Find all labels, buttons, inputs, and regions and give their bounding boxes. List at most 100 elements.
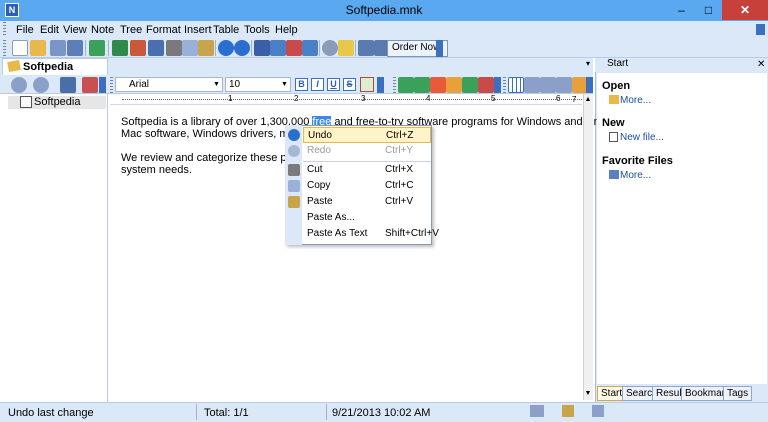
editor-text: Softpedia is a library of over 1,300,000 — [121, 116, 313, 128]
strikethrough-button[interactable]: S — [343, 78, 356, 91]
cut-icon[interactable] — [166, 40, 182, 56]
status-save-icon[interactable] — [592, 405, 604, 417]
toolbar-overflow-icon[interactable] — [436, 40, 443, 57]
table-row-icon[interactable] — [524, 77, 540, 93]
back-icon[interactable] — [11, 77, 27, 93]
menu-tools[interactable]: Tools — [244, 24, 270, 36]
table-toolbar-grip[interactable] — [503, 77, 506, 93]
status-message: Undo last change — [8, 407, 94, 419]
scroll-up-icon[interactable]: ▲ — [584, 96, 592, 104]
menu-paste-as[interactable]: Paste As... — [303, 210, 431, 226]
layout-icon[interactable] — [302, 40, 318, 56]
status-divider — [196, 404, 197, 420]
menu-cut[interactable]: Cut Ctrl+X — [303, 162, 431, 178]
table-col-icon[interactable] — [540, 77, 556, 93]
insert-image-icon[interactable] — [414, 77, 430, 93]
screenshot-icon[interactable] — [358, 40, 374, 56]
tree-pane — [0, 94, 108, 402]
close-note-icon[interactable] — [286, 40, 302, 56]
toolbar-separator — [215, 40, 216, 56]
print-icon[interactable] — [148, 40, 164, 56]
paste-icon — [288, 196, 300, 208]
ruler-mark-7: 7 — [572, 95, 577, 104]
size-dropdown-icon[interactable]: ▼ — [280, 79, 289, 90]
table-merge-icon[interactable] — [556, 77, 572, 93]
menu-edit[interactable]: Edit — [40, 24, 59, 36]
task-pane-close-icon[interactable]: ✕ — [757, 59, 767, 71]
insert-object-icon[interactable] — [446, 77, 462, 93]
table-overflow-icon[interactable] — [586, 77, 593, 93]
menu-cut-shortcut: Ctrl+X — [385, 164, 414, 175]
menu-table[interactable]: Table — [213, 24, 239, 36]
status-total: Total: 1/1 — [204, 407, 249, 419]
outline-icon[interactable] — [254, 40, 270, 56]
forward-icon[interactable] — [33, 77, 49, 93]
window-icon[interactable] — [270, 40, 286, 56]
open-folder-icon[interactable] — [30, 40, 46, 56]
insert-link-icon[interactable] — [398, 77, 414, 93]
insert-symbol-icon[interactable] — [430, 77, 446, 93]
highlight-color-icon[interactable] — [360, 77, 374, 92]
menu-undo-shortcut: Ctrl+Z — [386, 130, 414, 141]
menu-insert[interactable]: Insert — [184, 24, 212, 36]
menu-tree[interactable]: Tree — [120, 24, 142, 36]
menu-undo[interactable]: Undo Ctrl+Z — [303, 127, 431, 143]
replace-icon[interactable] — [338, 40, 354, 56]
font-dropdown-icon[interactable]: ▼ — [212, 79, 221, 90]
redo-icon[interactable] — [234, 40, 250, 56]
editor-scrollbar[interactable] — [583, 94, 593, 400]
insert-date-icon[interactable] — [478, 77, 494, 93]
status-edit-icon[interactable] — [530, 405, 544, 417]
new-file-link[interactable]: New file... — [608, 132, 664, 143]
insert-line-icon[interactable] — [462, 77, 478, 93]
find-icon[interactable] — [322, 40, 338, 56]
font-size-combo[interactable]: 10 ▼ — [225, 77, 291, 92]
menubar-grip[interactable] — [3, 22, 6, 36]
bold-button[interactable]: B — [295, 78, 308, 91]
delete-icon[interactable] — [130, 40, 146, 56]
menubar-overflow-icon[interactable] — [756, 24, 765, 35]
italic-button[interactable]: I — [311, 78, 324, 91]
open-more-link[interactable]: More... — [608, 95, 651, 106]
notebook-icon — [7, 60, 21, 72]
tab-tags[interactable]: Tags — [723, 386, 753, 401]
save-all-icon[interactable] — [50, 40, 66, 56]
note-node-icon — [20, 96, 32, 108]
menu-paste-as-label: Paste As... — [307, 212, 355, 223]
menu-paste-as-text[interactable]: Paste As Text Shift+Ctrl+V — [303, 226, 439, 242]
menu-view[interactable]: View — [63, 24, 87, 36]
menu-note[interactable]: Note — [91, 24, 114, 36]
paste-icon[interactable] — [198, 40, 214, 56]
undo-icon[interactable] — [218, 40, 234, 56]
format-overflow-icon[interactable] — [377, 77, 384, 93]
scroll-down-icon[interactable]: ▼ — [584, 390, 592, 398]
tree-add-icon[interactable] — [60, 77, 76, 93]
menu-format[interactable]: Format — [146, 24, 181, 36]
save-icon[interactable] — [67, 40, 83, 56]
insert-overflow-icon[interactable] — [494, 77, 501, 93]
toolbar-grip[interactable] — [3, 40, 6, 56]
add-note-icon[interactable] — [89, 40, 105, 56]
menu-undo-label: Undo — [308, 130, 332, 141]
tree-toolbar-overflow-icon[interactable] — [99, 77, 106, 93]
task-pane-menu-icon[interactable]: ▾ — [586, 59, 594, 69]
maximize-button[interactable]: □ — [695, 0, 722, 20]
menu-copy[interactable]: Copy Ctrl+C — [303, 178, 431, 194]
font-combo[interactable]: Arial ▼ — [115, 77, 223, 92]
run-icon[interactable] — [112, 40, 128, 56]
insert-toolbar-grip[interactable] — [393, 77, 396, 93]
new-document-icon[interactable] — [12, 40, 28, 56]
underline-button[interactable]: U — [327, 78, 340, 91]
status-lock-icon[interactable] — [562, 405, 574, 417]
copy-icon[interactable] — [182, 40, 198, 56]
tree-remove-icon[interactable] — [82, 77, 98, 93]
menu-help[interactable]: Help — [275, 24, 298, 36]
menu-copy-label: Copy — [307, 180, 331, 191]
favorites-more-link[interactable]: More... — [608, 170, 651, 181]
minimize-button[interactable]: – — [668, 0, 695, 20]
close-button[interactable]: ✕ — [722, 0, 768, 20]
format-toolbar-grip[interactable] — [110, 77, 113, 93]
menu-paste[interactable]: Paste Ctrl+V — [303, 194, 431, 210]
insert-table-icon[interactable] — [508, 77, 524, 93]
menu-file[interactable]: File — [16, 24, 34, 36]
